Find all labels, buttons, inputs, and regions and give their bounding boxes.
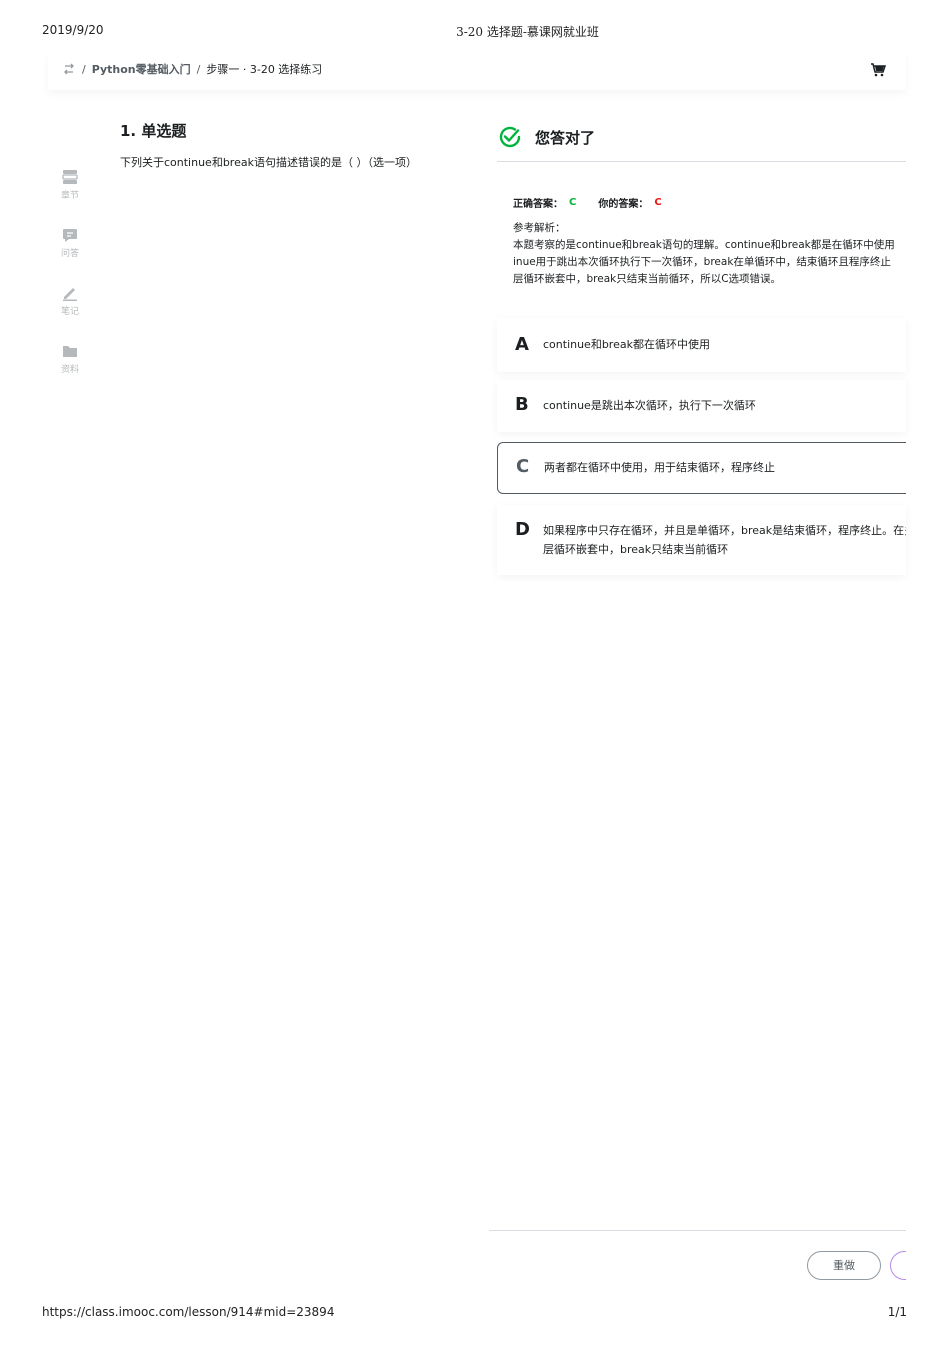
analysis-line: 层循环嵌套中，break只结束当前循环，所以C选项错误。 — [513, 273, 782, 285]
sidebar-item-label: 问答 — [60, 249, 79, 259]
sidebar-item-materials[interactable]: 资料 — [52, 342, 88, 400]
option-letter: D — [515, 519, 530, 540]
analysis-line: 本题考察的是continue和break语句的理解。continue和break… — [513, 239, 895, 251]
question-text: 下列关于continue和break语句描述错误的是（ ）（选一项） — [120, 156, 417, 169]
sidebar-item-label: 笔记 — [60, 307, 79, 317]
result-panel: 您答对了 — [497, 122, 906, 162]
sidebar: 章节 问答 笔记 资料 — [52, 168, 88, 400]
option-letter: C — [516, 456, 530, 477]
result-title: 您答对了 — [535, 128, 596, 147]
print-title: 3-20 选择题-慕课网就业班 — [456, 25, 599, 39]
breadcrumb-course[interactable]: Python零基础入门 — [92, 61, 191, 77]
next-button[interactable] — [890, 1251, 906, 1280]
analysis: 参考解析： 本题考察的是continue和break语句的理解。continue… — [513, 220, 906, 288]
correct-answer: 正确答案： C — [513, 195, 576, 210]
breadcrumb-step: 步骤一 · 3-20 选择练习 — [206, 63, 323, 76]
qa-icon — [63, 229, 77, 242]
user-answer-value: C — [654, 197, 662, 208]
user-answer: 你的答案： C — [598, 195, 661, 210]
redo-button[interactable]: 重做 — [807, 1251, 881, 1280]
check-circle-icon — [499, 126, 521, 148]
breadcrumb: / Python零基础入门 / 步骤一 · 3-20 选择练习 — [62, 61, 322, 77]
print-url: https://class.imooc.com/lesson/914#mid=2… — [42, 1305, 335, 1319]
option-a[interactable]: A continue和break都在循环中使用 — [497, 318, 906, 372]
folder-icon — [63, 346, 77, 357]
print-page-number: 1/1 — [887, 1305, 907, 1319]
option-text: continue是跳出本次循环，执行下一次循环 — [543, 399, 756, 412]
breadcrumb-separator: / — [82, 62, 86, 76]
answer-summary: 正确答案： C 你的答案： C — [513, 195, 684, 210]
sidebar-item-qa[interactable]: 问答 — [52, 226, 88, 284]
correct-answer-label: 正确答案： — [513, 199, 563, 210]
switch-icon[interactable] — [62, 62, 76, 76]
question-panel: 1. 单选题 下列关于continue和break语句描述错误的是（ ）（选一项… — [120, 120, 460, 171]
top-bar: / Python零基础入门 / 步骤一 · 3-20 选择练习 — [48, 52, 906, 90]
option-b[interactable]: B continue是跳出本次循环，执行下一次循环 — [497, 380, 906, 432]
divider — [489, 1230, 906, 1231]
sidebar-item-label: 章节 — [60, 191, 79, 201]
correct-answer-value: C — [569, 197, 577, 208]
option-letter: B — [515, 394, 529, 415]
sidebar-item-chapter[interactable]: 章节 — [52, 168, 88, 226]
question-title: 1. 单选题 — [120, 122, 187, 140]
option-c-selected[interactable]: C 两者都在循环中使用，用于结束循环，程序终止 — [497, 442, 906, 494]
sidebar-item-label: 资料 — [60, 365, 79, 375]
breadcrumb-separator: / — [196, 62, 201, 76]
option-text: 如果程序中只存在循环，并且是单循环，break是结束循环，程序终止。在多层循环嵌… — [543, 524, 906, 556]
option-d[interactable]: D 如果程序中只存在循环，并且是单循环，break是结束循环，程序终止。在多层循… — [497, 505, 906, 575]
chapter-icon — [62, 170, 78, 184]
cart-icon[interactable] — [870, 62, 886, 78]
user-answer-label: 你的答案： — [598, 199, 649, 210]
option-text: continue和break都在循环中使用 — [543, 338, 710, 351]
analysis-label: 参考解析： — [513, 222, 566, 234]
note-icon — [63, 288, 77, 301]
analysis-line: inue用于跳出本次循环执行下一次循环，break在单循环中，结束循环且程序终止 — [513, 256, 891, 268]
divider — [497, 161, 906, 162]
option-text: 两者都在循环中使用，用于结束循环，程序终止 — [544, 461, 775, 474]
sidebar-item-note[interactable]: 笔记 — [52, 284, 88, 342]
result-header: 您答对了 — [497, 122, 906, 152]
option-letter: A — [515, 334, 529, 355]
